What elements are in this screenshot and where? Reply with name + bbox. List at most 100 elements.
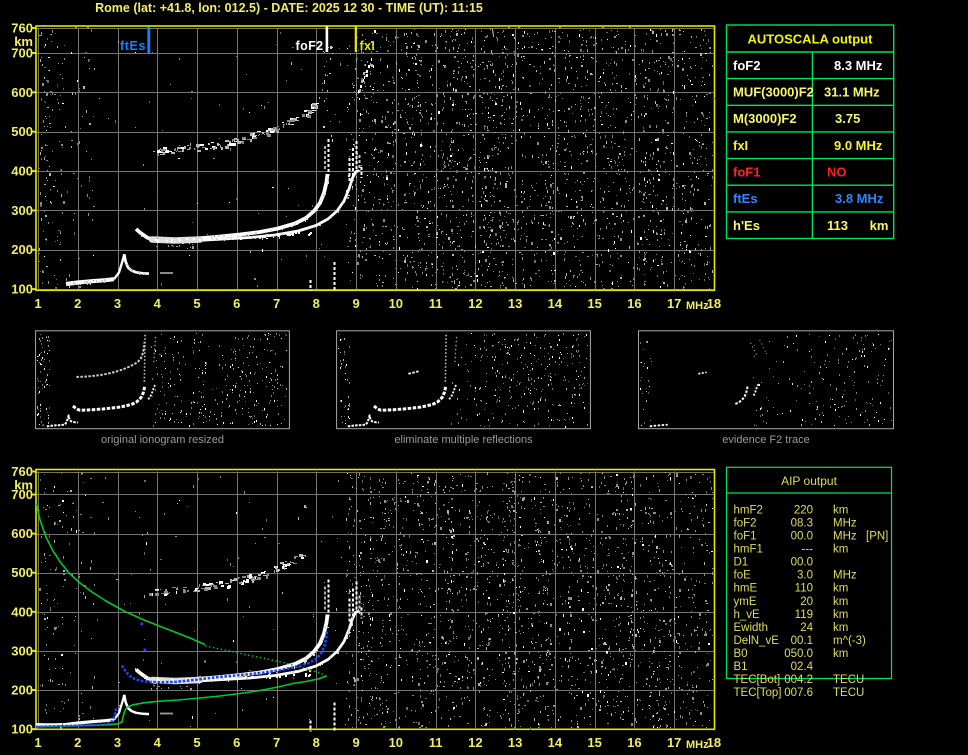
svg-text:TECU: TECU bbox=[833, 687, 864, 699]
svg-text:08.3: 08.3 bbox=[791, 517, 813, 529]
svg-text:4: 4 bbox=[154, 296, 162, 311]
svg-text:foE: foE bbox=[734, 570, 752, 582]
svg-text:ymE: ymE bbox=[734, 596, 757, 608]
svg-text:original ionogram resized: original ionogram resized bbox=[101, 434, 224, 446]
svg-text:B0: B0 bbox=[734, 648, 748, 660]
svg-text:3.75: 3.75 bbox=[835, 111, 860, 126]
svg-text:hmE: hmE bbox=[734, 583, 758, 595]
svg-text:B1: B1 bbox=[734, 661, 748, 673]
svg-text:700: 700 bbox=[11, 487, 33, 502]
svg-text:eliminate multiple reflections: eliminate multiple reflections bbox=[394, 434, 533, 446]
svg-text:14: 14 bbox=[548, 735, 563, 750]
svg-text:Ewidth: Ewidth bbox=[734, 622, 769, 634]
svg-text:h_vE: h_vE bbox=[734, 609, 761, 621]
svg-text:113 km: 113 km bbox=[827, 218, 888, 233]
svg-text:foF2: foF2 bbox=[734, 517, 757, 529]
svg-text:7: 7 bbox=[273, 735, 280, 750]
svg-text:15: 15 bbox=[587, 735, 601, 750]
svg-text:4: 4 bbox=[154, 735, 162, 750]
svg-text:MHz: MHz bbox=[686, 300, 709, 312]
svg-text:ftEs: ftEs bbox=[733, 191, 758, 206]
svg-text:TEC[Bot]: TEC[Bot] bbox=[734, 674, 781, 686]
svg-text:[PN]: [PN] bbox=[866, 531, 888, 543]
svg-text:220: 220 bbox=[794, 504, 813, 516]
svg-text:700: 700 bbox=[11, 46, 33, 61]
svg-text:004.2: 004.2 bbox=[784, 674, 813, 686]
svg-text:14: 14 bbox=[548, 296, 563, 311]
svg-text:8: 8 bbox=[313, 735, 320, 750]
svg-text:km: km bbox=[833, 583, 848, 595]
svg-text:10: 10 bbox=[389, 296, 403, 311]
svg-text:9.0 MHz: 9.0 MHz bbox=[834, 138, 883, 153]
svg-text:100: 100 bbox=[11, 282, 33, 297]
svg-text:6: 6 bbox=[233, 735, 240, 750]
svg-text:km: km bbox=[833, 648, 848, 660]
svg-text:300: 300 bbox=[11, 203, 33, 218]
svg-text:3: 3 bbox=[114, 735, 121, 750]
svg-text:5: 5 bbox=[193, 296, 200, 311]
svg-text:foF2: foF2 bbox=[733, 58, 760, 73]
svg-text:AUTOSCALA output: AUTOSCALA output bbox=[748, 32, 874, 47]
svg-text:evidence F2 trace: evidence F2 trace bbox=[722, 434, 809, 446]
svg-text:fxI: fxI bbox=[733, 138, 748, 153]
svg-text:8.3 MHz: 8.3 MHz bbox=[834, 58, 883, 73]
svg-text:600: 600 bbox=[11, 526, 33, 541]
svg-text:17: 17 bbox=[667, 735, 681, 750]
svg-text:M(3000)F2: M(3000)F2 bbox=[733, 111, 797, 126]
svg-text:1: 1 bbox=[34, 296, 41, 311]
svg-text:00.1: 00.1 bbox=[791, 635, 813, 647]
svg-text:TECU: TECU bbox=[833, 674, 864, 686]
svg-text:2: 2 bbox=[74, 735, 81, 750]
svg-text:---: --- bbox=[802, 544, 814, 556]
svg-text:18: 18 bbox=[707, 735, 721, 750]
svg-text:hmF2: hmF2 bbox=[734, 504, 763, 516]
svg-text:20: 20 bbox=[800, 596, 813, 608]
svg-text:110: 110 bbox=[795, 583, 813, 595]
svg-text:MHz: MHz bbox=[833, 570, 857, 582]
svg-text:MUF(3000)F2: MUF(3000)F2 bbox=[733, 85, 814, 100]
svg-text:5: 5 bbox=[193, 735, 200, 750]
svg-text:MHz: MHz bbox=[833, 517, 857, 529]
svg-text:MHz: MHz bbox=[833, 531, 857, 543]
svg-text:8: 8 bbox=[313, 296, 320, 311]
svg-text:12: 12 bbox=[468, 296, 482, 311]
svg-text:11: 11 bbox=[429, 296, 443, 311]
svg-text:km: km bbox=[833, 544, 848, 556]
svg-text:D1: D1 bbox=[734, 557, 749, 569]
svg-text:200: 200 bbox=[11, 242, 33, 257]
svg-text:17: 17 bbox=[667, 296, 681, 311]
svg-text:3.0: 3.0 bbox=[797, 570, 813, 582]
svg-text:h'Es: h'Es bbox=[733, 218, 760, 233]
svg-text:9: 9 bbox=[352, 735, 359, 750]
svg-text:km: km bbox=[833, 609, 848, 621]
svg-text:00.0: 00.0 bbox=[791, 557, 813, 569]
svg-text:1: 1 bbox=[34, 735, 41, 750]
svg-text:02.4: 02.4 bbox=[791, 661, 814, 673]
svg-text:16: 16 bbox=[627, 735, 641, 750]
svg-text:foF1: foF1 bbox=[733, 165, 760, 180]
svg-text:MHz: MHz bbox=[686, 739, 709, 751]
svg-text:km: km bbox=[833, 622, 848, 634]
svg-text:7: 7 bbox=[273, 296, 280, 311]
svg-text:31.1 MHz: 31.1 MHz bbox=[824, 85, 880, 100]
svg-text:AIP output: AIP output bbox=[781, 474, 837, 488]
svg-text:100: 100 bbox=[11, 722, 33, 737]
svg-text:400: 400 bbox=[11, 164, 33, 179]
svg-text:km: km bbox=[833, 596, 848, 608]
svg-text:00.0: 00.0 bbox=[791, 531, 813, 543]
svg-text:hmF1: hmF1 bbox=[734, 544, 763, 556]
svg-text:12: 12 bbox=[468, 735, 482, 750]
svg-text:500: 500 bbox=[11, 124, 33, 139]
svg-text:9: 9 bbox=[352, 296, 359, 311]
svg-text:13: 13 bbox=[508, 735, 522, 750]
svg-text:TEC[Top]: TEC[Top] bbox=[734, 687, 782, 699]
svg-text:119: 119 bbox=[795, 609, 813, 621]
svg-text:Rome (lat: +41.8, lon: 012.5): Rome (lat: +41.8, lon: 012.5) - DATE: 20… bbox=[95, 1, 483, 15]
svg-text:3: 3 bbox=[114, 296, 121, 311]
svg-text:10: 10 bbox=[389, 735, 403, 750]
svg-text:300: 300 bbox=[11, 643, 33, 658]
svg-text:m^(-3): m^(-3) bbox=[833, 635, 866, 647]
svg-text:km: km bbox=[833, 504, 848, 516]
svg-text:NO: NO bbox=[827, 165, 847, 180]
svg-text:500: 500 bbox=[11, 565, 33, 580]
